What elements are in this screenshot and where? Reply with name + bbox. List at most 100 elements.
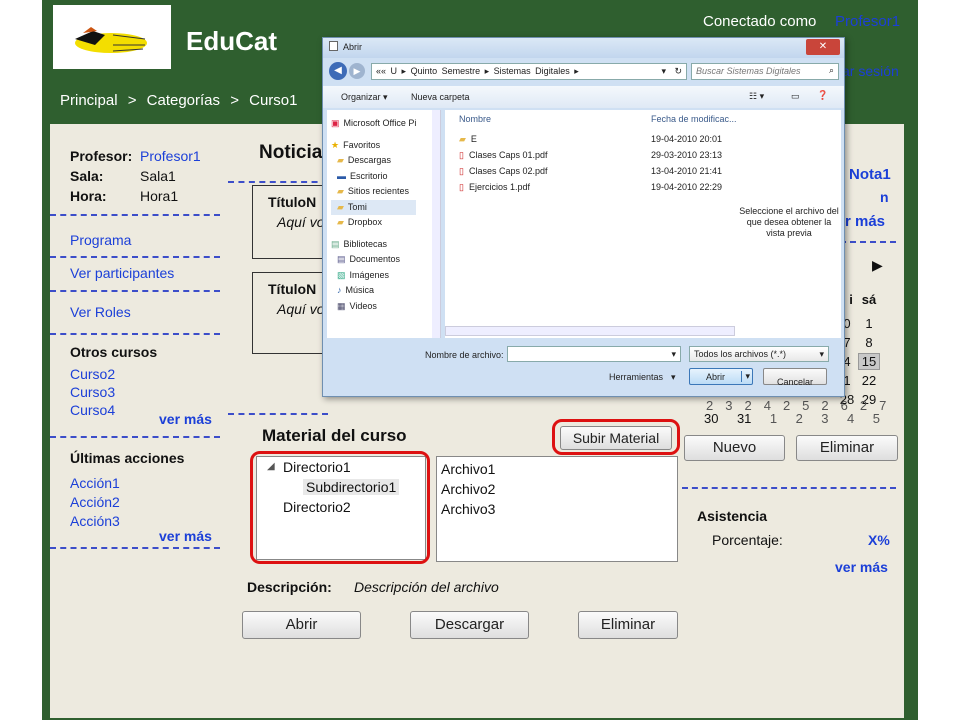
notas-ver-mas[interactable]: r más	[845, 213, 885, 230]
new-folder-button[interactable]: Nueva carpeta	[411, 92, 470, 102]
dialog-file-row[interactable]: ▯ Clases Caps 02.pdf 13-04-2010 21:41	[459, 166, 739, 182]
calendar-delete-button[interactable]: Eliminar	[796, 435, 898, 461]
open-split-icon[interactable]: ▾	[741, 371, 750, 382]
dialog-open-button[interactable]: Abrir ▾	[689, 368, 753, 385]
cal-today[interactable]: 15	[858, 353, 880, 370]
cal-day[interactable]: 4	[847, 411, 854, 426]
file-item[interactable]: Archivo1	[441, 459, 495, 479]
column-name[interactable]: Nombre	[459, 114, 491, 124]
accion-link[interactable]: Acción3	[70, 512, 120, 531]
nav-item[interactable]: ▰ Descargas	[331, 153, 416, 169]
nav-item[interactable]: ▦ Videos	[331, 299, 416, 315]
roles-link[interactable]: Ver Roles	[70, 304, 131, 320]
curso-link[interactable]: Curso4	[70, 401, 115, 419]
cal-day[interactable]: 30	[704, 411, 718, 426]
cal-day[interactable]: 2	[796, 411, 803, 426]
curso-link[interactable]: Curso3	[70, 383, 115, 401]
nav-item-label: Favoritos	[343, 139, 381, 150]
tools-dropdown-icon[interactable]: ▾	[671, 372, 676, 383]
dialog-cancel-label: Cancelar	[776, 377, 814, 387]
path-segment[interactable]: Quinto Semestre	[411, 66, 481, 76]
nota-link[interactable]: Nota1	[849, 166, 891, 183]
cal-day[interactable]: 1	[858, 316, 880, 331]
breadcrumb-curso[interactable]: Curso1	[249, 92, 297, 109]
search-input[interactable]: Buscar Sistemas Digitales ⌕	[691, 63, 839, 80]
nav-item[interactable]: ♪ Música	[331, 283, 416, 299]
dialog-file-row[interactable]: ▯ Clases Caps 01.pdf 29-03-2010 23:13	[459, 150, 739, 166]
tree-highlight	[250, 451, 430, 564]
forward-icon[interactable]: ▶	[349, 63, 365, 79]
cal-day[interactable]: 8	[858, 335, 880, 350]
folder-icon: ▰	[337, 186, 344, 196]
refresh-icon[interactable]: ↻	[674, 66, 682, 77]
preview-pane-icon[interactable]: ▭	[791, 91, 800, 102]
nav-item[interactable]: ▧ Imágenes	[331, 268, 416, 284]
view-menu-icon[interactable]: ☷ ▾	[749, 91, 764, 102]
download-button[interactable]: Descargar	[410, 611, 529, 639]
cal-day[interactable]: 31	[737, 411, 751, 426]
description-value: Descripción del archivo	[354, 579, 499, 595]
delete-button[interactable]: Eliminar	[578, 611, 678, 639]
curso-link[interactable]: Curso2	[70, 365, 115, 383]
nav-item-label: Tomi	[347, 201, 367, 212]
folder-icon: ▰	[459, 134, 466, 144]
user-link[interactable]: Profesor1	[835, 13, 900, 30]
column-date[interactable]: Fecha de modificac...	[651, 114, 737, 124]
nav-item[interactable]: ▰ Dropbox	[331, 215, 416, 231]
calendar-new-button[interactable]: Nuevo	[684, 435, 785, 461]
tools-menu[interactable]: Herramientas	[609, 372, 663, 382]
nav-item[interactable]: ▤ Bibliotecas	[331, 237, 416, 253]
cal-day[interactable]: 22	[858, 373, 880, 388]
file-type-select[interactable]: Todos los archivos (*.*) ▾	[689, 346, 829, 362]
file-item[interactable]: Archivo3	[441, 499, 495, 519]
nav-item[interactable]: ▰ Tomi	[331, 199, 417, 215]
path-segment[interactable]: «« U	[376, 66, 397, 76]
profesor-link[interactable]: Profesor1	[140, 148, 201, 164]
nav-item-label: Imágenes	[349, 269, 390, 280]
back-icon[interactable]: ◀	[329, 62, 347, 80]
news-item-title: TítuloN	[268, 194, 317, 210]
nav-item[interactable]: ▬ Escritorio	[331, 169, 416, 185]
cal-day[interactable]: 1	[770, 411, 777, 426]
organize-button[interactable]: Organizar ▾	[341, 92, 388, 103]
help-icon[interactable]: ❓	[817, 90, 828, 101]
file-hscrollbar[interactable]	[445, 326, 735, 336]
dialog-file-row[interactable]: ▯ Ejercicios 1.pdf 19-04-2010 22:29	[459, 182, 739, 198]
nav-item[interactable]: ▣ Microsoft Office Pi	[331, 116, 416, 132]
accion-link[interactable]: Acción2	[70, 493, 120, 512]
cal-header: sá	[861, 292, 877, 307]
open-button[interactable]: Abrir	[242, 611, 361, 639]
participantes-link[interactable]: Ver participantes	[70, 265, 174, 281]
path-segment[interactable]: Sistemas Digitales	[494, 66, 570, 76]
logout-link[interactable]: ar sesión	[842, 63, 899, 79]
dialog-titlebar[interactable]: Abrir ✕	[323, 38, 844, 58]
cal-day[interactable]: 3	[821, 411, 828, 426]
dialog-file-row[interactable]: ▰ E 19-04-2010 20:01	[459, 134, 739, 150]
cal-day[interactable]: 5	[873, 411, 880, 426]
breadcrumb-categorias[interactable]: Categorías	[147, 92, 220, 109]
nav-scrollbar[interactable]	[432, 110, 440, 338]
nav-item[interactable]: ▤ Documentos	[331, 252, 416, 268]
address-bar[interactable]: «« U ▸ Quinto Semestre ▸ Sistemas Digita…	[371, 63, 687, 80]
dialog-file-date: 19-04-2010 20:01	[651, 134, 723, 144]
nav-item[interactable]: ▰ Sitios recientes	[331, 184, 416, 200]
breadcrumb-principal[interactable]: Principal	[60, 92, 118, 109]
dialog-close-button[interactable]: ✕	[806, 39, 840, 55]
folder-icon: ▰	[337, 155, 344, 165]
programa-link[interactable]: Programa	[70, 232, 131, 248]
filename-dropdown-icon[interactable]: ▾	[671, 349, 676, 360]
attendance-ver-mas[interactable]: ver más	[835, 559, 888, 575]
file-type-dropdown-icon[interactable]: ▾	[819, 349, 824, 360]
filename-input[interactable]: ▾	[507, 346, 681, 362]
calendar-next-icon[interactable]: ▶	[872, 257, 883, 274]
accion-link[interactable]: Acción1	[70, 474, 120, 493]
address-dropdown-icon[interactable]: ▾	[661, 66, 666, 77]
dialog-file-date: 13-04-2010 21:41	[651, 166, 723, 176]
file-item[interactable]: Archivo2	[441, 479, 495, 499]
attendance-value: X%	[868, 532, 890, 548]
otros-ver-mas[interactable]: ver más	[159, 411, 212, 427]
dialog-cancel-button[interactable]: Cancelar	[763, 368, 827, 387]
ultimas-ver-mas[interactable]: ver más	[159, 528, 212, 544]
ultimas-acciones-list: Acción1 Acción2 Acción3	[70, 474, 120, 531]
nav-item[interactable]: ★ Favoritos	[331, 138, 416, 154]
